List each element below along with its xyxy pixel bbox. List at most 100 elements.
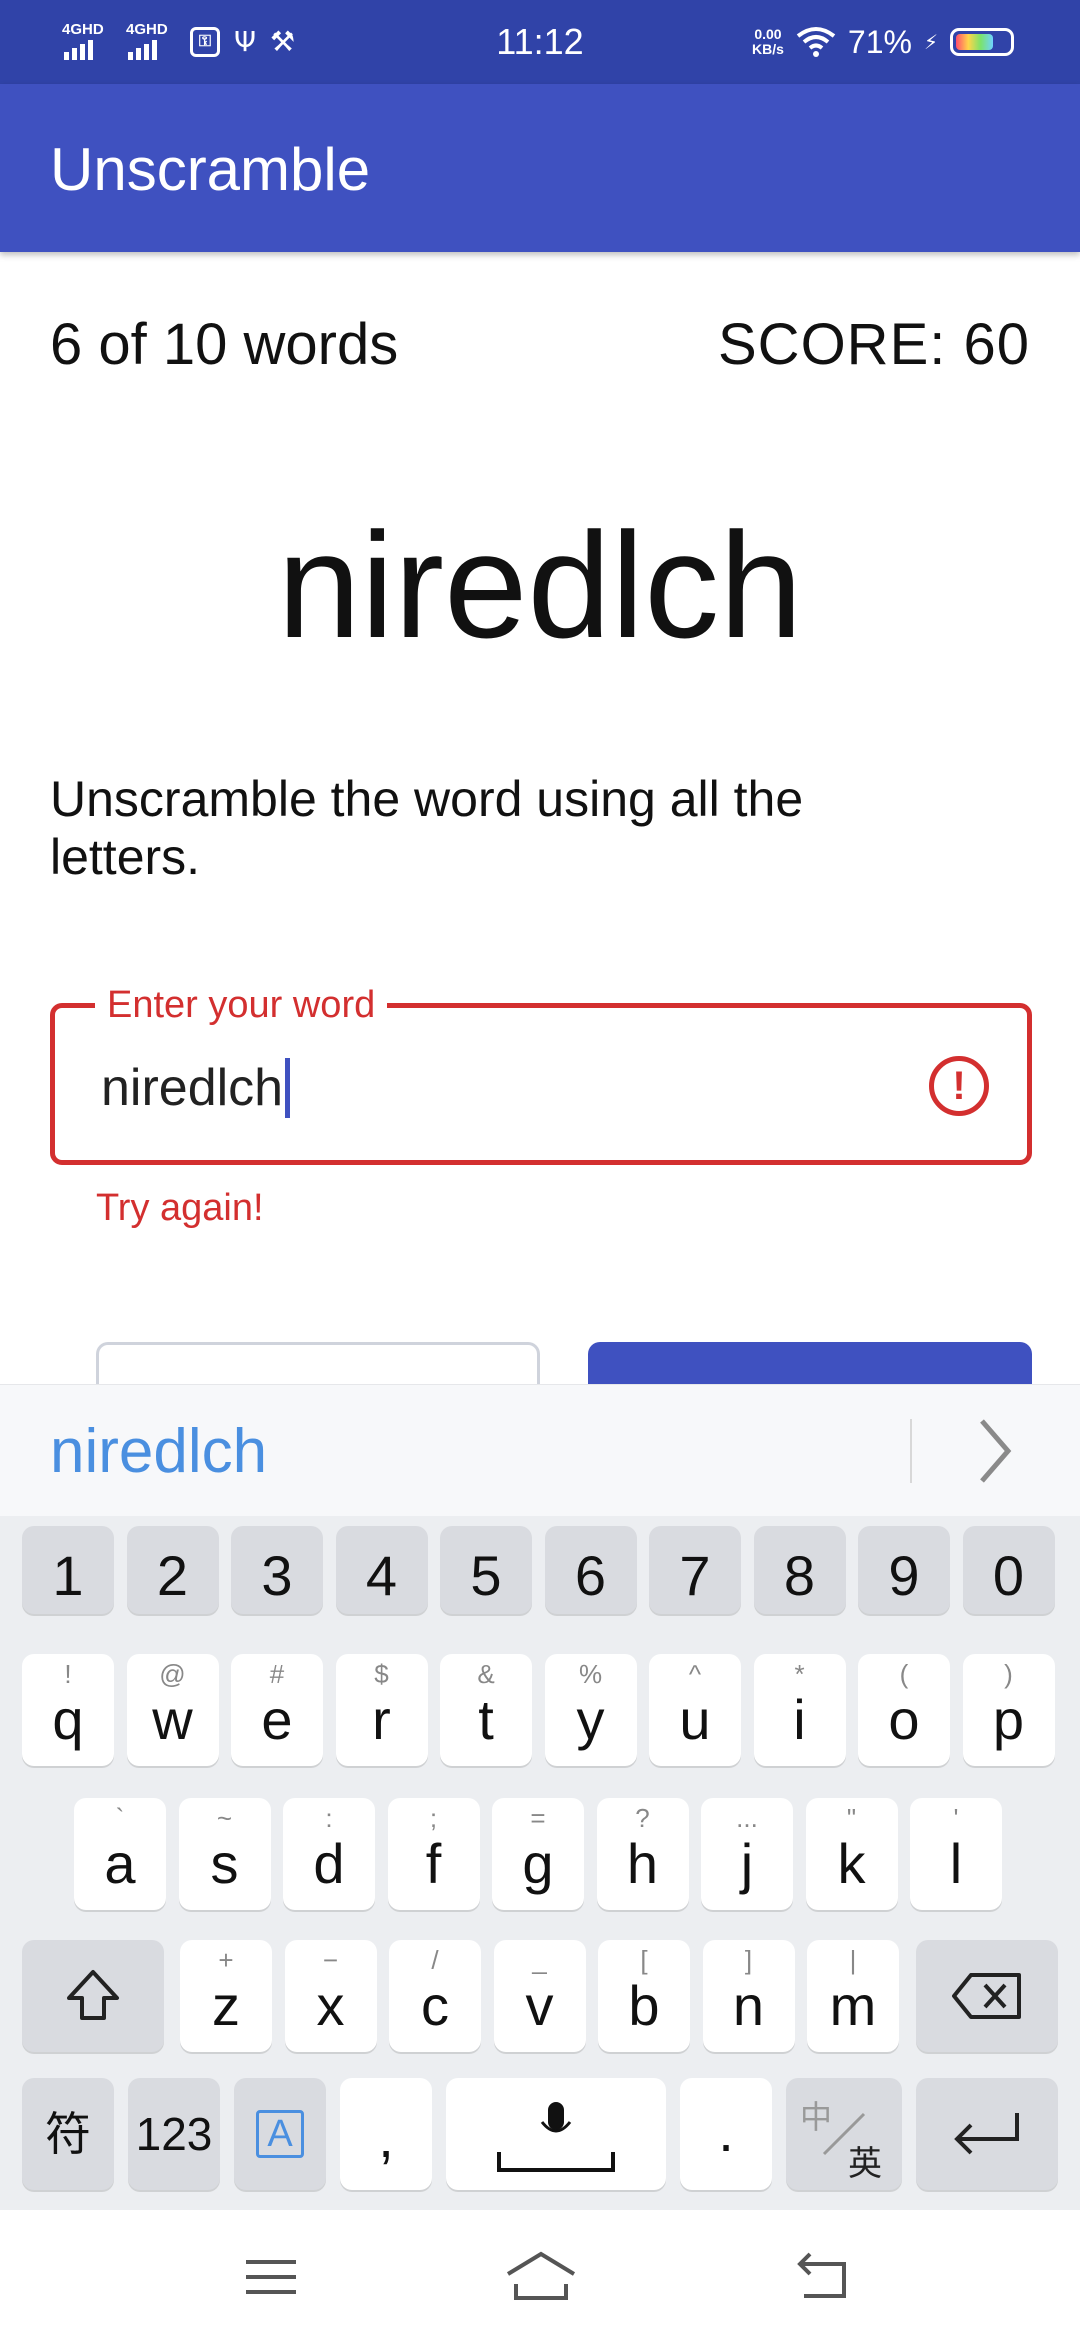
key-z-hint: + — [218, 1945, 234, 1975]
language-key[interactable]: 中 英 — [786, 2078, 902, 2190]
menu-icon[interactable] — [236, 2242, 306, 2312]
scrambled-word: niredlch — [277, 501, 803, 669]
period-key[interactable]: . — [680, 2078, 772, 2190]
numbers-key[interactable]: 123 — [128, 2078, 220, 2190]
key-y[interactable]: % y — [544, 1654, 637, 1766]
number-key-9-label: 9 — [888, 1544, 920, 1607]
key-d-hint: : — [325, 1803, 333, 1833]
key-v[interactable]: _ v — [493, 1940, 586, 2052]
backspace-key[interactable] — [916, 1940, 1058, 2052]
app-bar: Unscramble — [0, 84, 1080, 252]
number-key-1[interactable]: 1 — [22, 1526, 114, 1614]
key-f[interactable]: ; f — [387, 1798, 480, 1910]
key-g[interactable]: = g — [492, 1798, 584, 1910]
number-key-3[interactable]: 3 — [231, 1526, 323, 1614]
key-o[interactable]: (o — [858, 1654, 950, 1766]
key-e[interactable]: # e — [231, 1654, 323, 1766]
net-speed: 0.00 KB/s — [752, 27, 784, 57]
shift-key[interactable] — [22, 1940, 164, 2052]
key-a[interactable]: ` a — [74, 1798, 166, 1910]
key-q[interactable]: ! q — [22, 1654, 114, 1766]
key-m[interactable]: | m — [807, 1940, 899, 2052]
suggestion-bar: niredlch — [0, 1384, 1080, 1516]
key-x-hint: − — [322, 1945, 339, 1975]
key-o-hint: ( — [899, 1659, 909, 1689]
chevron-right-icon[interactable] — [970, 1411, 1020, 1491]
word-input-field[interactable]: Enter your word niredlch ! — [50, 982, 1032, 1165]
key-g-hint: = — [530, 1803, 546, 1833]
key-z[interactable]: + z — [180, 1940, 272, 2052]
key-k-hint: " — [846, 1803, 857, 1833]
key-p[interactable]: ) p — [962, 1654, 1055, 1766]
instructions: Unscramble the word using all the letter… — [50, 771, 804, 885]
language-key-bottom: 英 — [848, 2145, 882, 2183]
number-key-7-label: 7 — [679, 1544, 711, 1607]
number-key-5[interactable]: 5 — [440, 1526, 532, 1614]
number-key-9[interactable]: 9 — [858, 1526, 950, 1614]
key-w[interactable]: @ w — [126, 1654, 219, 1766]
number-key-4[interactable]: 4 — [335, 1526, 428, 1614]
word-input[interactable]: niredlch — [101, 1058, 291, 1118]
key-v-label: v — [525, 1974, 554, 2037]
key-x[interactable]: − x — [284, 1940, 377, 2052]
key-m-hint: | — [849, 1945, 857, 1975]
number-key-0[interactable]: 0 — [962, 1526, 1055, 1614]
number-key-6-label: 6 — [574, 1544, 607, 1607]
key-h-label: h — [626, 1832, 659, 1895]
key-k-label: k — [837, 1832, 866, 1895]
back-icon[interactable] — [788, 2242, 858, 2312]
number-key-2-label: 2 — [156, 1544, 189, 1607]
net-speed-unit: KB/s — [752, 41, 784, 57]
key-l-hint: ' — [953, 1803, 959, 1833]
number-key-4-label: 4 — [365, 1544, 398, 1607]
number-key-1-label: 1 — [52, 1544, 84, 1607]
home-icon[interactable] — [506, 2242, 576, 2312]
key-n[interactable]: ] n — [702, 1940, 795, 2052]
key-r-label: r — [372, 1688, 391, 1751]
key-t-hint: & — [477, 1659, 495, 1689]
key-c[interactable]: / c — [389, 1940, 481, 2052]
number-key-2[interactable]: 2 — [126, 1526, 219, 1614]
input-method-key[interactable]: A — [234, 2078, 326, 2190]
key-b-label: b — [628, 1974, 660, 2037]
number-key-8[interactable]: 8 — [753, 1526, 846, 1614]
number-key-8-label: 8 — [783, 1544, 816, 1607]
numbers-key-label: 123 — [135, 2108, 213, 2160]
key-i[interactable]: * i — [753, 1654, 846, 1766]
shift-icon — [67, 1970, 119, 2020]
key-q-hint: ! — [64, 1659, 72, 1689]
key-o-label: o — [888, 1688, 920, 1751]
key-l-label: l — [949, 1832, 963, 1895]
word-input-label: Enter your word — [95, 982, 388, 1028]
key-j[interactable]: ... j — [701, 1798, 793, 1910]
comma-key[interactable]: , — [340, 2078, 432, 2190]
key-l[interactable]: ' l — [910, 1798, 1002, 1910]
key-s[interactable]: ~ s — [178, 1798, 271, 1910]
number-key-5-label: 5 — [470, 1544, 502, 1607]
symbols-key[interactable]: 符 — [22, 2078, 114, 2190]
number-key-7[interactable]: 7 — [649, 1526, 741, 1614]
status-right-icons: 0.00 KB/s 71% ⚡ — [752, 20, 1014, 64]
number-key-6[interactable]: 6 — [544, 1526, 637, 1614]
key-d[interactable]: :d — [283, 1798, 375, 1910]
suggestion-word[interactable]: niredlch — [50, 1417, 267, 1487]
key-r[interactable]: $ r — [335, 1654, 428, 1766]
suggestion-divider — [910, 1419, 912, 1483]
key-f-label: f — [425, 1832, 442, 1895]
key-k[interactable]: " k — [805, 1798, 898, 1910]
key-p-label: p — [992, 1688, 1025, 1751]
key-u[interactable]: ^ u — [649, 1654, 741, 1766]
enter-key[interactable] — [916, 2078, 1058, 2190]
key-w-hint: @ — [159, 1659, 186, 1689]
comma-key-label: , — [378, 2106, 394, 2169]
key-h[interactable]: ? h — [596, 1798, 689, 1910]
word-input-value: niredlch — [101, 1059, 284, 1117]
enter-icon — [954, 2113, 1019, 2155]
text-cursor — [285, 1058, 291, 1118]
space-key[interactable] — [446, 2078, 666, 2190]
key-g-label: g — [522, 1832, 554, 1895]
key-b[interactable]: [b — [598, 1940, 690, 2052]
key-y-label: y — [576, 1688, 605, 1751]
keyboard: 1234567890 ! q @ w # e $ r & t% y ^ u * i(o) p ` a ~ s: d; f… — [0, 1516, 1080, 2210]
key-t[interactable]: & t — [440, 1654, 532, 1766]
